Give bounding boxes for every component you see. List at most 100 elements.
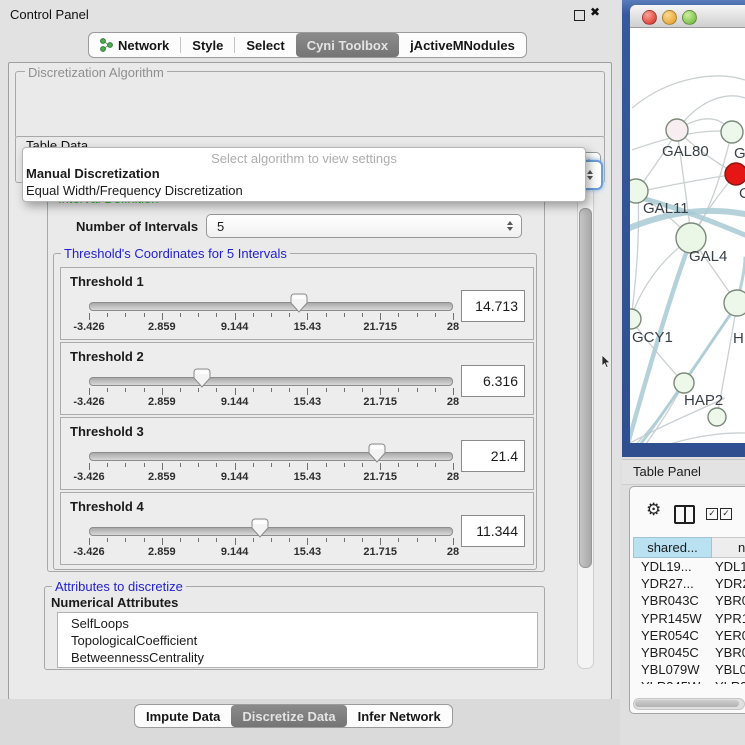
slider-thumb[interactable] (290, 293, 308, 313)
slider-track[interactable] (89, 452, 453, 461)
slider-tick (162, 313, 163, 320)
table-row[interactable]: YER054CYER0 (633, 628, 745, 645)
intervals-value: 5 (217, 219, 224, 234)
slider-track[interactable] (89, 377, 453, 386)
network-node-HAP2[interactable] (674, 373, 694, 393)
threshold-3-value-field[interactable]: 21.4 (461, 440, 525, 472)
intervals-combobox[interactable]: 5 (206, 214, 522, 238)
slider-tick-label: 28 (447, 546, 459, 558)
network-node-label: GAL4 (689, 248, 727, 265)
network-node-GAL80[interactable] (666, 119, 688, 141)
column-header-shared-name[interactable]: shared... (633, 537, 712, 558)
threshold-4-value-field[interactable]: 11.344 (461, 515, 525, 547)
attribute-item[interactable]: SelfLoops (58, 613, 537, 632)
dropdown-item-equal-width[interactable]: Equal Width/Frequency Discretization (26, 183, 243, 198)
slider-tick (144, 463, 145, 467)
slider-tick (417, 313, 418, 317)
slider-tick (417, 463, 418, 467)
slider-track[interactable] (89, 302, 453, 311)
slider-tick-label: 15.43 (294, 321, 322, 333)
slider-tick-label: -3.426 (73, 321, 104, 333)
zoom-traffic-light-icon[interactable] (682, 10, 697, 25)
tab-impute-data[interactable]: Impute Data (135, 705, 231, 727)
slider-tick (198, 313, 199, 317)
slider-tick (344, 313, 345, 317)
threshold-2-slider[interactable]: -3.4262.8599.14415.4321.71528 (81, 371, 461, 413)
slider-tick (125, 313, 126, 317)
slider-thumb[interactable] (251, 518, 269, 538)
slider-tick (198, 538, 199, 542)
network-node-label: GAL80 (662, 143, 709, 160)
slider-tick (453, 313, 454, 320)
threshold-3-slider[interactable]: -3.4262.8599.14415.4321.71528 (81, 446, 461, 488)
threshold-2-value-field[interactable]: 6.316 (461, 365, 525, 397)
network-canvas[interactable]: GAL80GACGAL11GAL4GCY1HHAP2 (630, 27, 745, 443)
column-header-name[interactable]: n (712, 537, 745, 558)
numerical-attributes-title: Numerical Attributes (51, 595, 178, 610)
table-row[interactable]: YBR045CYBR0 (633, 645, 745, 662)
tab-jactivemnodules[interactable]: jActiveMNodules (399, 33, 526, 57)
table-row[interactable]: YBR043CYBR0 (633, 593, 745, 610)
slider-tick (107, 313, 108, 317)
slider-thumb[interactable] (368, 443, 386, 463)
slider-thumb[interactable] (193, 368, 211, 388)
attribute-item[interactable]: TopologicalCoefficient (58, 632, 537, 649)
tab-label: Discretize Data (242, 709, 335, 724)
attribute-item[interactable]: BetweennessCentrality (58, 649, 537, 666)
table-row[interactable]: YDL19...YDL1 (633, 559, 745, 576)
slider-track[interactable] (89, 527, 453, 536)
network-node-node-bottom[interactable] (708, 408, 726, 426)
network-node-GCY1[interactable] (630, 309, 641, 329)
slider-tick (271, 388, 272, 392)
slider-tick (307, 463, 308, 470)
content-vertical-scrollbar[interactable] (577, 186, 594, 669)
threshold-1-slider[interactable]: -3.4262.8599.14415.4321.71528 (81, 296, 461, 338)
table-header-row: shared... n (633, 537, 745, 558)
slider-tick (326, 463, 327, 467)
threshold-1-value-field[interactable]: 14.713 (461, 290, 525, 322)
network-edge[interactable] (638, 174, 736, 192)
table-panel-window: ⚙ ✓ ✓ shared... n YDL19...YDL1YDR27...YD… (629, 486, 745, 714)
table-row[interactable]: YLR345WYLR3 (633, 679, 745, 684)
tab-infer-network[interactable]: Infer Network (347, 705, 452, 727)
network-edge[interactable] (632, 76, 745, 108)
minimize-traffic-light-icon[interactable] (662, 10, 677, 25)
slider-tick-label: 15.43 (294, 546, 322, 558)
close-traffic-light-icon[interactable] (642, 10, 657, 25)
network-window-titlebar[interactable] (630, 5, 745, 28)
gear-icon[interactable]: ⚙ (646, 500, 661, 520)
tab-network[interactable]: Network (89, 33, 180, 57)
slider-tick (180, 313, 181, 317)
slider-tick-label: 2.859 (148, 321, 176, 333)
table-horizontal-scrollbar[interactable] (633, 698, 745, 710)
close-icon[interactable]: ✖ (590, 5, 600, 19)
slider-tick-label: 2.859 (148, 396, 176, 408)
threshold-4-slider[interactable]: -3.4262.8599.14415.4321.71528 (81, 521, 461, 563)
tab-select[interactable]: Select (235, 33, 295, 57)
checkbox-checked-icon[interactable]: ✓ (720, 508, 732, 520)
slider-tick (125, 388, 126, 392)
float-window-icon[interactable] (574, 10, 585, 21)
app-root: Control Panel ✖ Network Style Select Cyn… (0, 0, 745, 745)
table-row[interactable]: YBL079WYBL0 (633, 662, 745, 679)
checkbox-checked-icon[interactable]: ✓ (706, 508, 718, 520)
slider-tick (235, 313, 236, 320)
bottom-tab-bar: Impute Data Discretize Data Infer Networ… (134, 704, 453, 728)
slider-tick (144, 538, 145, 542)
tab-label: Select (246, 38, 284, 53)
slider-tick (107, 388, 108, 392)
network-node-H-cut[interactable] (724, 290, 745, 316)
tab-cyni-toolbox[interactable]: Cyni Toolbox (296, 33, 399, 57)
columns-icon[interactable] (674, 505, 695, 524)
network-node-red-node[interactable] (725, 163, 745, 185)
table-row[interactable]: YDR27...YDR2 (633, 576, 745, 593)
attributes-legend: Attributes to discretize (52, 579, 186, 594)
network-node-GAL-cut[interactable] (721, 121, 743, 143)
table-row[interactable]: YPR145WYPR1 (633, 611, 745, 628)
slider-tick-label: -3.426 (73, 471, 104, 483)
tab-style[interactable]: Style (181, 33, 234, 57)
algorithm-dropdown-popup: Select algorithm to view settings Manual… (22, 147, 586, 202)
tab-discretize-data[interactable]: Discretize Data (231, 705, 346, 727)
dropdown-item-manual[interactable]: Manual Discretization (26, 166, 160, 181)
network-node-label: GAL11 (643, 200, 689, 217)
